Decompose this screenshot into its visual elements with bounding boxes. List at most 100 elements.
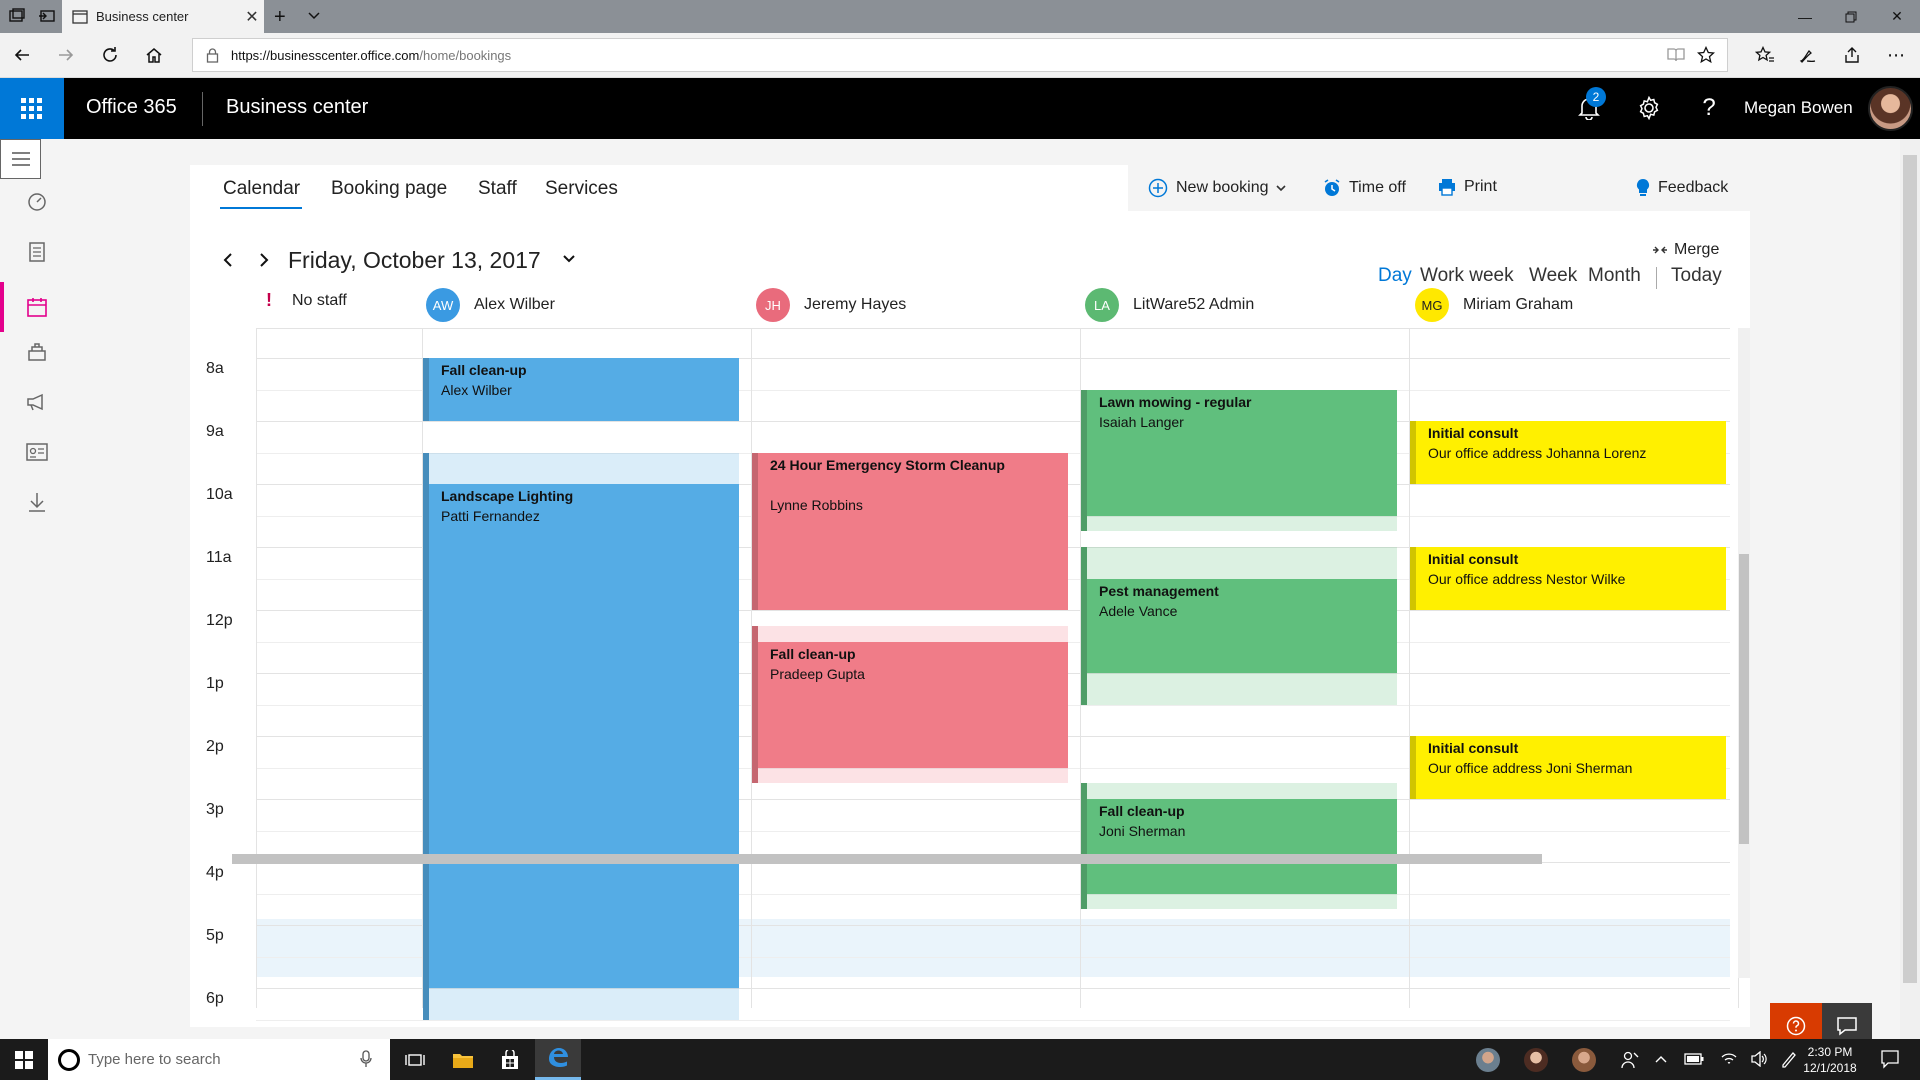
booking-detail: Alex Wilber xyxy=(441,382,512,398)
clock-time: 2:30 PM xyxy=(1807,1045,1853,1059)
close-window-icon[interactable]: ✕ xyxy=(1874,0,1920,33)
app-title[interactable]: Business center xyxy=(226,96,368,119)
booking-event[interactable]: Fall clean-up Joni Sherman xyxy=(1081,783,1397,910)
tab-staff[interactable]: Staff xyxy=(478,178,517,200)
taskbar-search-placeholder: Type here to search xyxy=(88,1051,221,1068)
share-icon[interactable] xyxy=(1841,44,1863,66)
staff-header-jeremy-hayes[interactable]: JH Jeremy Hayes xyxy=(756,288,906,322)
inventory-icon[interactable] xyxy=(0,327,74,377)
date-picker-chevron-icon[interactable] xyxy=(562,253,576,265)
booking-title: Initial consult xyxy=(1428,425,1519,441)
help-question-icon[interactable]: ? xyxy=(1694,93,1724,123)
booking-event[interactable]: Initial consult Our office address Joni S… xyxy=(1410,736,1726,799)
address-bar[interactable]: https://businesscenter.office.com/home/b… xyxy=(192,38,1728,72)
battery-icon[interactable] xyxy=(1684,1053,1704,1065)
print-button[interactable]: Print xyxy=(1438,178,1497,196)
page-scroll-thumb[interactable] xyxy=(1903,155,1917,983)
time-label: 6p xyxy=(206,990,224,1007)
new-booking-button[interactable]: New booking xyxy=(1148,178,1295,198)
lock-icon xyxy=(206,48,219,63)
back-icon[interactable] xyxy=(11,44,33,66)
download-icon[interactable] xyxy=(0,477,74,527)
web-notes-icon[interactable] xyxy=(1797,44,1819,66)
tab-booking-page[interactable]: Booking page xyxy=(331,178,447,200)
settings-gear-icon[interactable] xyxy=(1634,93,1664,123)
time-off-button[interactable]: Time off xyxy=(1323,178,1406,198)
booking-event[interactable]: 24 Hour Emergency Storm Cleanup Lynne Rob… xyxy=(752,452,1068,610)
staff-header-alex-wilber[interactable]: AW Alex Wilber xyxy=(426,288,555,322)
file-explorer-icon[interactable] xyxy=(440,1039,486,1080)
more-icon[interactable]: ⋯ xyxy=(1885,44,1907,66)
user-avatar[interactable] xyxy=(1868,86,1913,131)
user-name[interactable]: Megan Bowen xyxy=(1744,98,1853,118)
people-avatar-2[interactable] xyxy=(1524,1048,1548,1072)
tabs-aside-icon[interactable] xyxy=(38,7,56,25)
windows-start-icon[interactable] xyxy=(0,1039,48,1080)
url-text: https://businesscenter.office.com/home/b… xyxy=(231,48,511,63)
booking-event[interactable]: Initial consult Our office address Nestor… xyxy=(1410,547,1726,610)
documents-icon[interactable] xyxy=(0,227,74,277)
refresh-icon[interactable] xyxy=(99,44,121,66)
time-label: 9a xyxy=(206,423,224,440)
dashboard-icon[interactable] xyxy=(0,177,74,227)
home-icon[interactable] xyxy=(143,44,165,66)
booking-event[interactable]: Initial consult Our office address Johann… xyxy=(1410,421,1726,484)
reading-view-icon[interactable] xyxy=(1667,47,1685,63)
booking-event[interactable]: Landscape Lighting Patti Fernandez xyxy=(423,452,739,1020)
set-aside-tabs-icon[interactable] xyxy=(8,7,26,25)
booking-event[interactable]: Fall clean-up Alex Wilber xyxy=(423,358,739,421)
contact-card-icon[interactable] xyxy=(0,427,74,477)
calendar-horizontal-scroll-thumb[interactable] xyxy=(232,854,1542,864)
previous-day-chevron-icon[interactable] xyxy=(216,248,240,272)
feedback-button[interactable]: Feedback xyxy=(1636,178,1728,198)
people-avatar-3[interactable] xyxy=(1572,1048,1596,1072)
booking-title: Fall clean-up xyxy=(770,645,856,662)
chevron-down-icon xyxy=(1275,185,1286,192)
booking-event[interactable]: Pest management Adele Vance xyxy=(1081,547,1397,705)
pen-workspace-icon[interactable] xyxy=(1780,1050,1798,1068)
people-avatar-1[interactable] xyxy=(1476,1048,1500,1072)
nav-menu-icon[interactable] xyxy=(0,139,41,179)
restore-icon[interactable] xyxy=(1828,0,1874,33)
booking-event[interactable]: Fall clean-up Pradeep Gupta xyxy=(752,625,1068,784)
app-launcher-icon[interactable] xyxy=(0,78,64,139)
store-icon[interactable] xyxy=(487,1039,533,1080)
staff-header-miriam-graham[interactable]: MG Miriam Graham xyxy=(1415,288,1573,322)
booking-event[interactable]: Lawn mowing - regular Isaiah Langer xyxy=(1081,389,1397,532)
booking-detail: Adele Vance xyxy=(1099,602,1178,619)
calendar-vertical-scroll-thumb[interactable] xyxy=(1739,554,1749,844)
tab-services[interactable]: Services xyxy=(545,178,618,200)
time-labels-column: 8a 9a 10a 11a 12p 1p 2p 3p 4p 5p 6p xyxy=(190,328,256,1027)
taskbar-search-box[interactable]: Type here to search xyxy=(48,1039,390,1080)
staff-header-litware52-admin[interactable]: LA LitWare52 Admin xyxy=(1085,288,1254,322)
task-view-icon[interactable] xyxy=(392,1039,438,1080)
tray-chevron-up-icon[interactable] xyxy=(1654,1054,1668,1064)
next-day-chevron-icon[interactable] xyxy=(252,248,276,272)
action-center-icon[interactable] xyxy=(1880,1049,1900,1069)
minimize-icon[interactable]: — xyxy=(1782,0,1828,33)
current-date-label[interactable]: Friday, October 13, 2017 xyxy=(288,247,541,274)
windows-taskbar: Type here to search 2:30 PM 12/1/2018 xyxy=(0,1039,1920,1080)
merge-button[interactable]: Merge xyxy=(1652,241,1719,259)
no-staff-label: No staff xyxy=(292,291,347,309)
favorites-icon[interactable] xyxy=(1754,44,1776,66)
taskbar-clock[interactable]: 2:30 PM 12/1/2018 xyxy=(1800,1044,1860,1076)
no-staff-column-header[interactable]: ! No staff xyxy=(266,290,347,311)
url-path: /home/bookings xyxy=(419,48,512,63)
microphone-icon[interactable] xyxy=(360,1050,372,1068)
tab-list-chevron-icon[interactable] xyxy=(306,7,324,25)
suite-title[interactable]: Office 365 xyxy=(86,96,177,119)
close-tab-icon[interactable]: ✕ xyxy=(240,7,264,27)
volume-icon[interactable] xyxy=(1750,1051,1768,1067)
edge-browser-icon[interactable] xyxy=(535,1039,581,1080)
new-tab-icon[interactable]: + xyxy=(274,6,292,28)
favorite-star-icon[interactable] xyxy=(1697,46,1715,64)
bookings-calendar-icon[interactable] xyxy=(0,282,74,332)
browser-tab[interactable]: Business center ✕ xyxy=(62,0,264,33)
marketing-megaphone-icon[interactable] xyxy=(0,377,74,427)
wifi-icon[interactable] xyxy=(1720,1051,1738,1067)
people-icon[interactable] xyxy=(1620,1050,1640,1070)
booking-detail: Our office address Nestor Wilke xyxy=(1428,571,1626,587)
tab-calendar[interactable]: Calendar xyxy=(223,178,300,200)
forward-icon[interactable] xyxy=(55,44,77,66)
